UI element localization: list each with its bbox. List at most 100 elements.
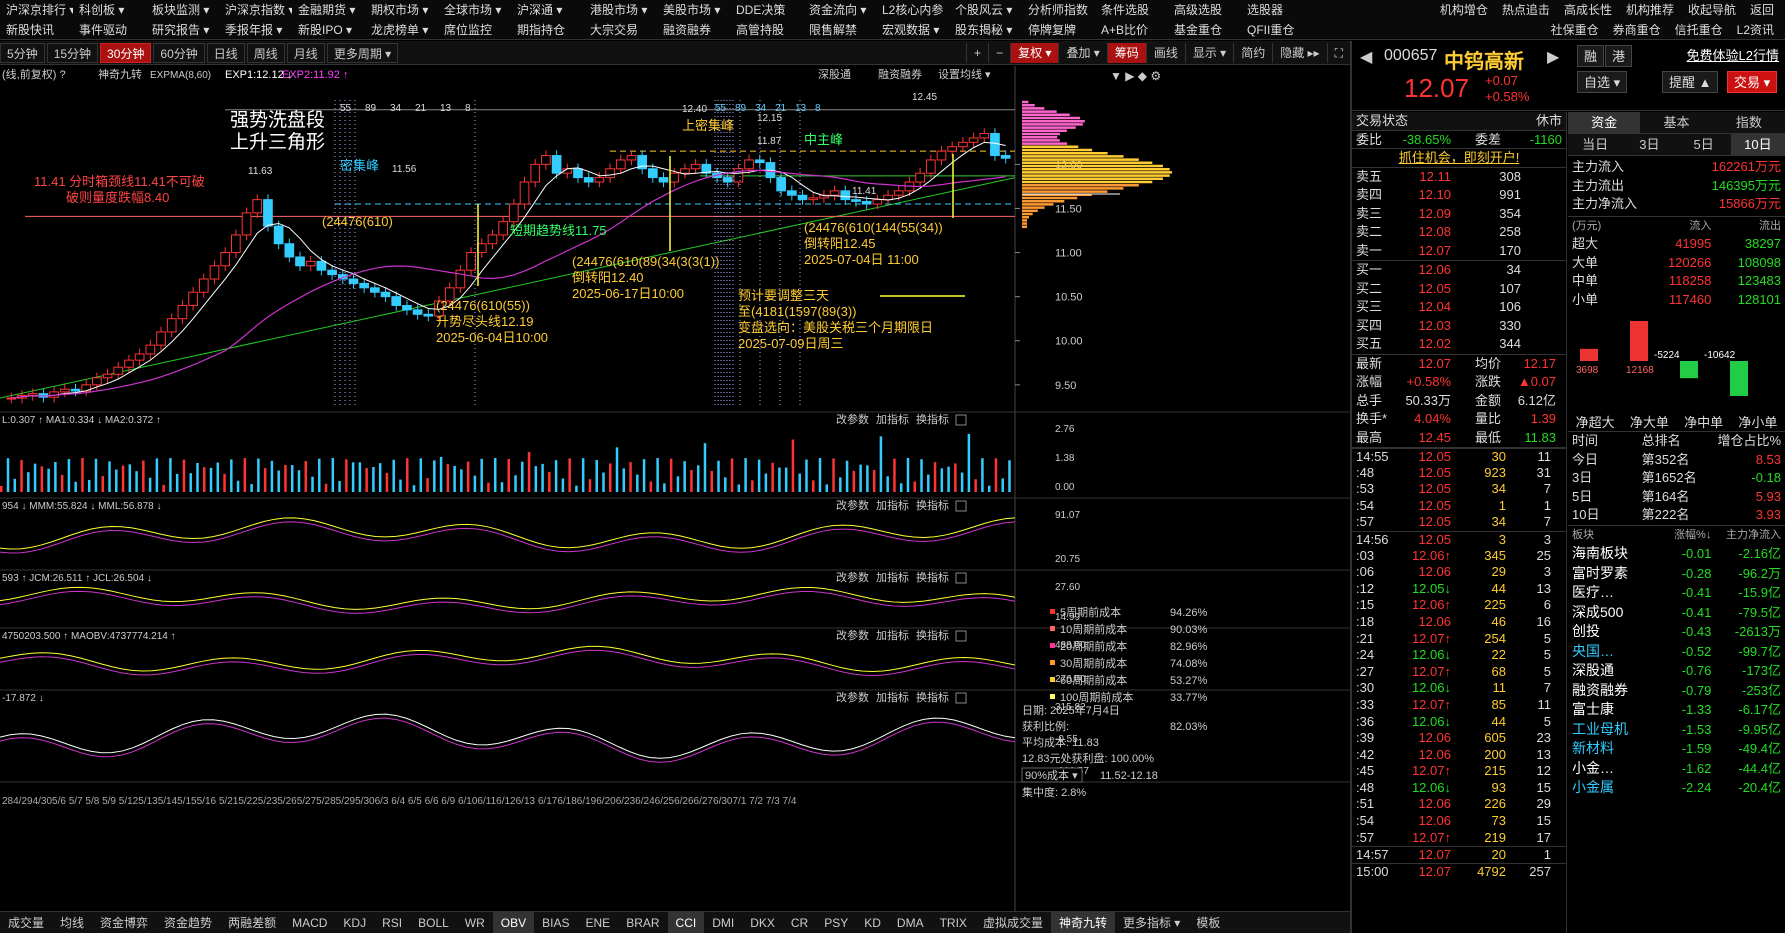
sector-row[interactable]: 小金属 -2.24 -20.4亿 [1572,778,1781,798]
sector-row[interactable]: 小金… -1.62 -44.4亿 [1572,759,1781,779]
day-tab[interactable]: 5日 [1677,134,1731,155]
menu-item[interactable]: 股东揭秘 ▾ [949,20,1022,40]
menu-item[interactable]: 科创板 ▾ [73,0,146,20]
indicator-tab[interactable]: ENE [578,912,619,933]
trade-button[interactable]: 交易 ▾ [1727,71,1778,93]
indicator-tab[interactable]: 模板 [1188,912,1228,933]
sector-row[interactable]: 深成500 -0.41 -79.5亿 [1572,603,1781,623]
watchlist-button[interactable]: 自选 ▾ [1577,71,1628,93]
kline-chart[interactable]: (线,前复权) ? 神奇九转 EXPMA(8,60) EXP1:12.12 ↓EXP2… [0,66,1350,911]
margin-badge[interactable]: 融 [1577,45,1605,67]
sector-row[interactable]: 富时罗素 -0.28 -96.2万 [1572,564,1781,584]
indicator-tab[interactable]: PSY [816,912,856,933]
sector-row[interactable]: 新材料 -1.59 -49.4亿 [1572,739,1781,759]
sector-row[interactable]: 医疗… -0.41 -15.9亿 [1572,583,1781,603]
indicator-tab[interactable]: RSI [374,912,410,933]
toolbar-button[interactable]: 显示 ▾ [1184,42,1233,63]
menu-item[interactable]: 大宗交易 [584,20,657,40]
menu-item[interactable]: 选股器 [1241,0,1314,20]
indicator-tab[interactable]: 资金博弈 [92,912,156,933]
menu-item[interactable]: L2核心内参 [876,0,949,20]
menu-item[interactable]: 限售解禁 [803,20,876,40]
hk-connect-badge[interactable]: 港 [1605,45,1633,67]
chart-area[interactable]: (线,前复权) ? 神奇九转 EXPMA(8,60) EXP1:12.12 ↓ EXP2… [0,66,1350,911]
menu-item[interactable]: 社保重仓 [1544,20,1606,40]
menu-item[interactable]: 宏观数据 ▾ [876,20,949,40]
toolbar-button[interactable]: + [966,42,988,63]
menu-item[interactable]: 热点追击 [1495,0,1557,20]
menu-item[interactable]: 期指持仓 [511,20,584,40]
menu-item[interactable]: 席位监控 [438,20,511,40]
menu-item[interactable]: 沪深京指数 ▾ [219,0,292,20]
menu-item[interactable]: 龙虎榜单 ▾ [365,20,438,40]
indicator-tab[interactable]: BRAR [618,912,667,933]
indicator-tab[interactable]: 成交量 [0,912,52,933]
toolbar-button[interactable]: 复权 ▾ [1010,42,1059,63]
menu-item[interactable]: 机构增仓 [1433,0,1495,20]
indicator-tab[interactable]: 更多指标 ▾ [1115,912,1188,933]
menu-item[interactable]: 机构推荐 [1619,0,1681,20]
menu-item[interactable]: 高级选股 [1168,0,1241,20]
indicator-tab[interactable]: WR [457,912,493,933]
day-tab[interactable]: 10日 [1730,134,1785,155]
fund-tab[interactable]: 基本 [1640,112,1712,133]
next-stock-icon[interactable]: ▶ [1547,47,1559,67]
period-button[interactable]: 更多周期 ▾ [326,42,399,63]
fund-tab[interactable]: 资金 [1568,112,1641,133]
period-button[interactable]: 15分钟 [46,42,99,63]
menu-item[interactable]: 个股风云 ▾ [949,0,1022,20]
menu-item[interactable]: 金融期货 ▾ [292,0,365,20]
menu-item[interactable]: 沪深通 ▾ [511,0,584,20]
indicator-tab[interactable]: CR [783,912,816,933]
menu-item[interactable]: 高管持股 [730,20,803,40]
menu-item[interactable]: 期权市场 ▾ [365,0,438,20]
period-button[interactable]: 60分钟 [153,42,205,63]
sector-row[interactable]: 深股通 -0.76 -173亿 [1572,661,1781,681]
indicator-tab[interactable]: 神奇九转 [1050,912,1115,933]
menu-item[interactable]: 沪深京排行 ▾ [0,0,73,20]
menu-item[interactable]: 收起导航 [1681,0,1743,20]
menu-item[interactable]: 新股快讯 [0,20,73,40]
period-button[interactable]: 日线 [206,42,245,63]
menu-item[interactable]: QFII重仓 [1241,20,1314,40]
toolbar-button[interactable]: 筹码 [1106,42,1146,63]
menu-item[interactable]: 港股市场 ▾ [584,0,657,20]
menu-item[interactable]: 信托重仓 [1668,20,1730,40]
indicator-tab[interactable]: OBV [492,912,535,933]
menu-item[interactable]: 新股IPO ▾ [292,20,365,40]
indicator-tab[interactable]: 资金趋势 [156,912,220,933]
indicator-tab[interactable]: BOLL [410,912,457,933]
menu-item[interactable]: 基金重仓 [1168,20,1241,40]
promo-row[interactable]: 抓住机会，即刻开户! [1352,149,1566,168]
indicator-tab[interactable]: DMA [889,912,932,933]
indicator-tab[interactable]: 两融差额 [220,912,284,933]
period-button[interactable]: 30分钟 [100,42,152,63]
day-tab[interactable]: 3日 [1622,134,1676,155]
menu-item[interactable]: 美股市场 ▾ [657,0,730,20]
indicator-tab[interactable]: CCI [667,912,705,933]
menu-item[interactable]: 事件驱动 [73,20,146,40]
menu-item[interactable]: L2资讯 [1730,20,1781,40]
indicator-tab[interactable]: MACD [284,912,335,933]
sector-row[interactable]: 工业母机 -1.53 -9.95亿 [1572,720,1781,740]
menu-item[interactable]: 停牌复牌 [1022,20,1095,40]
sector-row[interactable]: 创投 -0.43 -2613万 [1572,622,1781,642]
l2-trial-link[interactable]: 免费体验L2行情 [1687,45,1779,64]
menu-item[interactable]: A+B比价 [1095,20,1168,40]
sector-row[interactable]: 融资融券 -0.79 -253亿 [1572,681,1781,701]
menu-item[interactable]: 返回 [1743,0,1781,20]
toolbar-button[interactable]: 叠加 ▾ [1058,42,1106,63]
menu-item[interactable]: 研究报告 ▾ [146,20,219,40]
menu-item[interactable]: 板块监测 ▾ [146,0,219,20]
menu-item[interactable]: 融资融券 [657,20,730,40]
day-tab[interactable]: 当日 [1568,134,1622,155]
menu-item[interactable]: 高成长性 [1557,0,1619,20]
sector-row[interactable]: 央国… -0.52 -99.7亿 [1572,642,1781,662]
menu-item[interactable]: 条件选股 [1095,0,1168,20]
period-button[interactable]: 月线 [286,42,325,63]
fullscreen-icon[interactable]: ⛶ [1326,42,1350,63]
indicator-tab[interactable]: KDJ [335,912,374,933]
menu-item[interactable]: 分析师指数 [1022,0,1095,20]
menu-item[interactable]: 季报年报 ▾ [219,20,292,40]
indicator-tab[interactable]: KD [856,912,889,933]
